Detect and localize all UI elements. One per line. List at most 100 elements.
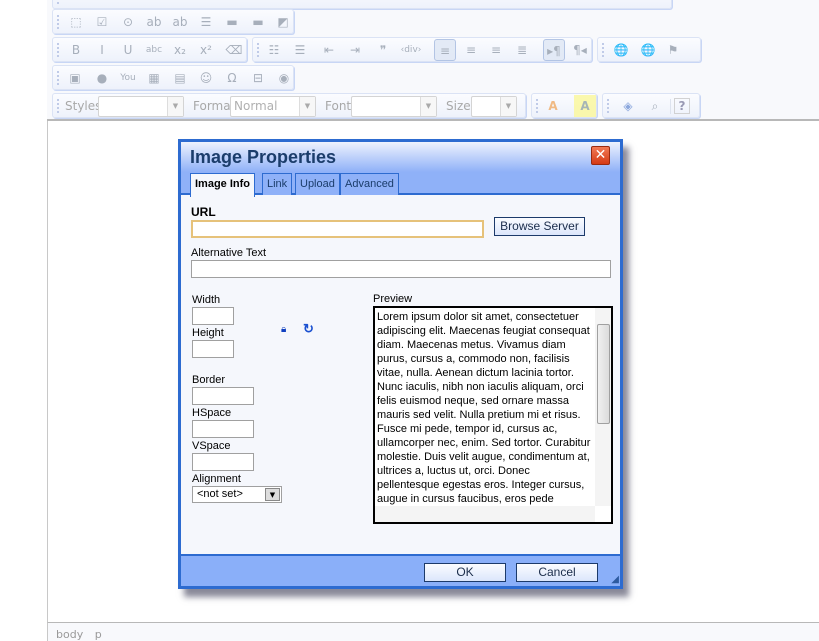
styles-combo[interactable]: ▼ (98, 96, 184, 117)
bulleted-list-button[interactable]: ☰ (289, 39, 311, 61)
align-center-button[interactable]: ≡ (460, 39, 482, 61)
dialog-titlebar[interactable]: Image Properties ✕ (181, 142, 620, 172)
close-button[interactable]: ✕ (591, 146, 610, 165)
toolbar-row0-group (52, 0, 672, 9)
outdent-button[interactable]: ⇤ (318, 39, 340, 61)
reset-size-icon[interactable]: ↻ (303, 321, 314, 337)
div-button[interactable]: ‹div› (400, 39, 422, 61)
image-button[interactable]: ▣ (64, 67, 86, 89)
url-label: URL (191, 205, 216, 219)
checkbox-button[interactable]: ☑ (91, 11, 113, 33)
hiddenfield-button[interactable]: ◩ (272, 11, 294, 33)
hspace-input[interactable] (192, 420, 254, 438)
indent-button[interactable]: ⇥ (344, 39, 366, 61)
vertical-scrollbar[interactable] (595, 308, 611, 506)
format-label: Format (193, 99, 236, 113)
maximize-button[interactable]: ◈ (617, 95, 639, 117)
blockquote-button[interactable]: ❞ (372, 39, 394, 61)
bg-color-button[interactable]: A (574, 95, 596, 117)
tab-advanced[interactable]: Advanced (340, 173, 399, 195)
height-input[interactable] (192, 340, 234, 358)
underline-button[interactable]: U (117, 39, 139, 61)
select-button[interactable]: ☰ (195, 11, 217, 33)
alt-text-input[interactable] (191, 260, 611, 278)
alignment-select[interactable]: <not set> ▼ (192, 486, 282, 503)
format-value: Normal (234, 99, 278, 113)
numbered-list-button[interactable]: ☷ (263, 39, 285, 61)
border-input[interactable] (192, 387, 254, 405)
chevron-down-icon: ▼ (500, 97, 516, 116)
lock-ratio-icon[interactable]: 🔒︎ (281, 324, 286, 335)
width-input[interactable] (192, 307, 234, 325)
ltr-button[interactable]: ▸¶ (543, 39, 565, 61)
size-combo[interactable]: ▼ (471, 96, 517, 117)
dialog-footer: OK Cancel ◢ (181, 554, 620, 586)
font-label: Font (325, 99, 352, 113)
border-label: Border (192, 374, 226, 386)
resize-grip-icon[interactable]: ◢ (611, 574, 619, 585)
ok-button[interactable]: OK (424, 563, 506, 582)
iframe-button[interactable]: ◉ (273, 67, 295, 89)
tab-link[interactable]: Link (262, 173, 293, 195)
youtube-button[interactable]: You (117, 67, 139, 89)
url-input[interactable] (191, 220, 484, 238)
preview-label: Preview (373, 293, 413, 305)
about-button[interactable]: ? (674, 98, 690, 114)
rtl-button[interactable]: ¶◂ (569, 39, 591, 61)
toolbar-insert-group: ▣ ● You ▦ ▤ ☺ Ω ⊟ ◉ (52, 65, 294, 90)
link-button[interactable]: 🌐 (610, 39, 632, 61)
vspace-label: VSpace (192, 440, 231, 452)
element-path-bar: body p (47, 622, 819, 641)
italic-button[interactable]: I (91, 39, 113, 61)
flash-button[interactable]: ● (91, 67, 113, 89)
browse-server-button[interactable]: Browse Server (494, 217, 585, 236)
tab-upload[interactable]: Upload (295, 173, 340, 195)
table-button[interactable]: ▦ (143, 67, 165, 89)
horizontal-scrollbar[interactable] (375, 506, 595, 522)
imagebutton-button[interactable]: ▬ (247, 11, 269, 33)
button-button[interactable]: ▬ (221, 11, 243, 33)
smiley-button[interactable]: ☺ (195, 67, 217, 89)
size-label: Size (446, 99, 471, 113)
preview-button[interactable]: ⌕ (644, 95, 666, 117)
chevron-down-icon: ▼ (299, 97, 315, 116)
toolbar-forms-group: ⬚ ☑ ⊙ ab ab ☰ ▬ ▬ ◩ (52, 9, 294, 34)
alt-text-label: Alternative Text (191, 247, 267, 259)
remove-format-button[interactable]: ⌫ (223, 39, 245, 61)
anchor-flag-button[interactable]: ⚑ (662, 39, 684, 61)
superscript-button[interactable]: x² (195, 39, 217, 61)
toolbar-basic-styles-group: B I Uabc x₂ x² ⌫ (52, 37, 247, 62)
toolbar-colors-group: A A (531, 93, 597, 118)
justify-button[interactable]: ≣ (511, 39, 533, 61)
format-combo[interactable]: Normal ▼ (230, 96, 316, 117)
element-path[interactable]: body p (56, 628, 102, 641)
bold-button[interactable]: B (65, 39, 87, 61)
tab-image-info[interactable]: Image Info (190, 173, 256, 197)
cancel-button[interactable]: Cancel (516, 563, 598, 582)
font-combo[interactable]: ▼ (351, 96, 437, 117)
textfield-button[interactable]: ab (143, 11, 165, 33)
scroll-thumb[interactable] (597, 324, 610, 424)
alignment-label: Alignment (192, 473, 241, 485)
align-left-button[interactable]: ≡ (434, 39, 456, 61)
editor-toolbar: ⬚ ☑ ⊙ ab ab ☰ ▬ ▬ ◩ B I Uabc x₂ x² ⌫ ☷ ☰ ⇤ ⇥ ❞ ‹div› ≡ ≡ ≡ ≣ ▸¶… (47, 0, 819, 121)
special-char-button[interactable]: Ω (221, 67, 243, 89)
chevron-down-icon: ▼ (265, 488, 280, 501)
page-break-button[interactable]: ⊟ (247, 67, 269, 89)
radio-button[interactable]: ⊙ (117, 11, 139, 33)
subscript-button[interactable]: x₂ (169, 39, 191, 61)
preview-box[interactable]: Lorem ipsum dolor sit amet, consectetuer… (373, 306, 613, 524)
strike-button[interactable]: abc (143, 39, 165, 61)
text-color-button[interactable]: A (542, 95, 564, 117)
textarea-button[interactable]: ab (169, 11, 191, 33)
form-button[interactable]: ⬚ (65, 11, 87, 33)
alignment-value: <not set> (197, 488, 243, 500)
align-right-button[interactable]: ≡ (485, 39, 507, 61)
toolbar-links-group: 🌐 🌐 ⚑ (597, 37, 701, 62)
width-label: Width (192, 294, 221, 306)
unlink-button[interactable]: 🌐 (637, 39, 659, 61)
separator (670, 99, 671, 114)
vspace-input[interactable] (192, 453, 254, 471)
horizontal-rule-button[interactable]: ▤ (169, 67, 191, 89)
chevron-down-icon: ▼ (420, 97, 436, 116)
